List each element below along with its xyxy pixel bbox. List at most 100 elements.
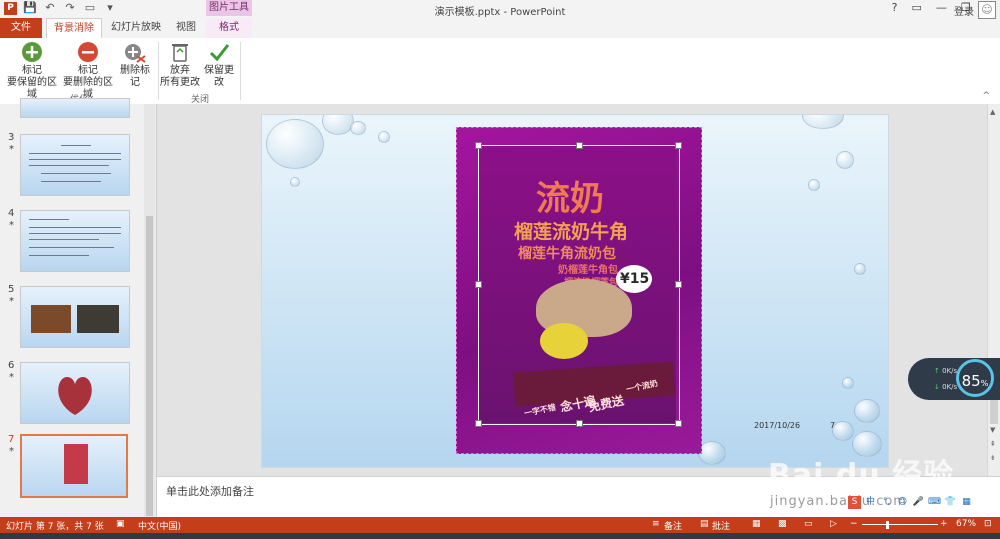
slide-animation-star: * <box>9 296 14 307</box>
comments-button[interactable]: 批注 <box>712 519 730 532</box>
login-link[interactable]: 登录 <box>954 3 974 18</box>
canvas-scrollbar[interactable]: ▲ ▼ ⇞ ⇟ <box>987 104 1000 476</box>
keep-region-selection[interactable] <box>475 142 682 427</box>
resize-handle[interactable] <box>675 281 682 288</box>
sogou-ime-icon[interactable]: S <box>848 495 861 509</box>
water-drop <box>832 421 854 441</box>
resize-handle[interactable] <box>675 420 682 427</box>
next-slide-icon[interactable]: ⇟ <box>990 454 996 462</box>
picture-tools-header: 图片工具 <box>206 0 252 16</box>
emoji-icon[interactable]: ☺ <box>896 496 909 509</box>
tab-format[interactable]: 格式 <box>206 18 252 38</box>
notes-placeholder[interactable]: 单击此处添加备注 <box>166 483 254 499</box>
upload-speed: ↑ 0K/s <box>934 367 958 375</box>
help-icon[interactable]: ? <box>892 1 898 14</box>
slide-number-6: 6 <box>8 360 15 371</box>
toolbox-icon[interactable]: ▦ <box>960 496 973 509</box>
minus-pencil-icon <box>76 40 100 64</box>
document-title: 演示模板.pptx - PowerPoint <box>434 7 566 18</box>
slide-thumbnail-2[interactable] <box>20 98 130 118</box>
slideshow-view-icon[interactable]: ▷ <box>830 519 837 529</box>
poster-thumbnail <box>64 444 88 484</box>
heart-image-icon <box>58 377 92 415</box>
punctuation-icon[interactable]: °, <box>880 496 893 509</box>
avatar-icon[interactable]: ☺ <box>978 1 996 19</box>
plus-pencil-icon <box>20 40 44 64</box>
discard-changes-button[interactable]: 放弃 所有更改 <box>160 40 200 89</box>
slide-thumbnail-5[interactable] <box>20 286 130 348</box>
language-indicator[interactable]: 中文(中国) <box>138 519 181 532</box>
discard-label-2: 所有更改 <box>160 77 200 88</box>
water-drop <box>802 115 844 129</box>
delete-mark-button[interactable]: 删除标记 <box>116 40 154 89</box>
slide-thumbnail-6[interactable] <box>20 362 130 424</box>
slide-number-3: 3 <box>8 132 15 143</box>
zoom-slider-thumb[interactable] <box>886 521 889 529</box>
minimize-icon[interactable]: — <box>936 1 947 14</box>
slide-animation-star: * <box>9 372 14 383</box>
previous-slide-icon[interactable]: ⇞ <box>990 440 996 448</box>
slide-number-5: 5 <box>8 284 15 295</box>
fit-to-window-icon[interactable]: ⊡ <box>984 519 992 529</box>
group-divider <box>158 42 159 100</box>
ime-toolbar[interactable]: S 中 °, ☺ 🎤 ⌨ 👕 ▦ <box>848 494 1000 510</box>
slide-page-number: 7 <box>830 421 836 430</box>
food-photo-thumbnail <box>77 305 119 333</box>
slide-thumbnail-3[interactable] <box>20 134 130 196</box>
keep-changes-button[interactable]: 保留更改 <box>200 40 238 89</box>
water-drop <box>842 377 854 389</box>
water-drop <box>266 119 324 169</box>
baidu-watermark: Bai du 经验 <box>768 458 955 493</box>
resize-handle[interactable] <box>475 420 482 427</box>
notes-toggle-button[interactable]: 备注 <box>664 519 682 532</box>
keep-changes-label: 保留更改 <box>204 65 234 88</box>
food-photo-thumbnail <box>31 305 71 333</box>
water-drop <box>808 179 820 191</box>
collapse-ribbon-icon[interactable]: ^ <box>982 91 990 101</box>
resize-handle[interactable] <box>576 420 583 427</box>
resize-handle[interactable] <box>475 142 482 149</box>
mark-keep-button[interactable]: 标记 要保留的区域 <box>4 40 60 101</box>
notes-toggle-icon[interactable]: ≡ <box>652 519 660 529</box>
slide-date: 2017/10/26 <box>754 421 801 430</box>
slide-thumbnail-7[interactable] <box>20 434 128 498</box>
reading-view-icon[interactable]: ▭ <box>804 519 813 529</box>
tab-slideshow[interactable]: 幻灯片放映 <box>108 18 164 38</box>
microphone-icon[interactable]: 🎤 <box>912 496 925 509</box>
tab-background-removal[interactable]: 背景消除 <box>46 18 102 38</box>
spell-check-icon[interactable]: ▣ <box>116 519 125 529</box>
water-drop <box>854 263 866 275</box>
tab-file[interactable]: 文件 <box>0 18 42 38</box>
scroll-down-icon[interactable]: ▼ <box>990 426 995 434</box>
water-drop <box>698 441 726 465</box>
delete-mark-icon <box>123 40 147 64</box>
ribbon-display-icon[interactable]: ▭ <box>912 1 922 14</box>
memory-usage-gauge[interactable]: 85% <box>956 359 994 397</box>
slide-animation-star: * <box>9 144 14 155</box>
zoom-level[interactable]: 67% <box>956 519 976 529</box>
delete-mark-label: 删除标记 <box>120 65 150 88</box>
slide-animation-star: * <box>9 220 14 231</box>
slide-thumbnail-4[interactable] <box>20 210 130 272</box>
water-drop <box>836 151 854 169</box>
comments-icon[interactable]: ▤ <box>700 519 709 529</box>
thumbnail-scrollbar[interactable] <box>144 104 155 517</box>
normal-view-icon[interactable]: ▦ <box>752 519 761 529</box>
tab-view[interactable]: 视图 <box>170 18 202 38</box>
resize-handle[interactable] <box>576 142 583 149</box>
zoom-out-icon[interactable]: − <box>850 519 858 529</box>
zoom-in-icon[interactable]: + <box>940 519 948 529</box>
mark-keep-label-1: 标记 <box>22 65 42 76</box>
water-drop <box>854 399 880 423</box>
keyboard-icon[interactable]: ⌨ <box>928 496 941 509</box>
status-bar: 幻灯片 第 7 张，共 7 张 ▣ 中文(中国) ≡ 备注 ▤ 批注 ▦ ▩ ▭… <box>0 517 1000 533</box>
resize-handle[interactable] <box>675 142 682 149</box>
skin-icon[interactable]: 👕 <box>944 496 957 509</box>
taskbar-strip <box>0 533 1000 539</box>
scroll-up-icon[interactable]: ▲ <box>990 108 995 116</box>
resize-handle[interactable] <box>475 281 482 288</box>
slide-sorter-icon[interactable]: ▩ <box>778 519 787 529</box>
chinese-mode-icon[interactable]: 中 <box>864 496 877 509</box>
slide-animation-star: * <box>9 446 14 457</box>
zoom-slider[interactable] <box>862 524 938 525</box>
